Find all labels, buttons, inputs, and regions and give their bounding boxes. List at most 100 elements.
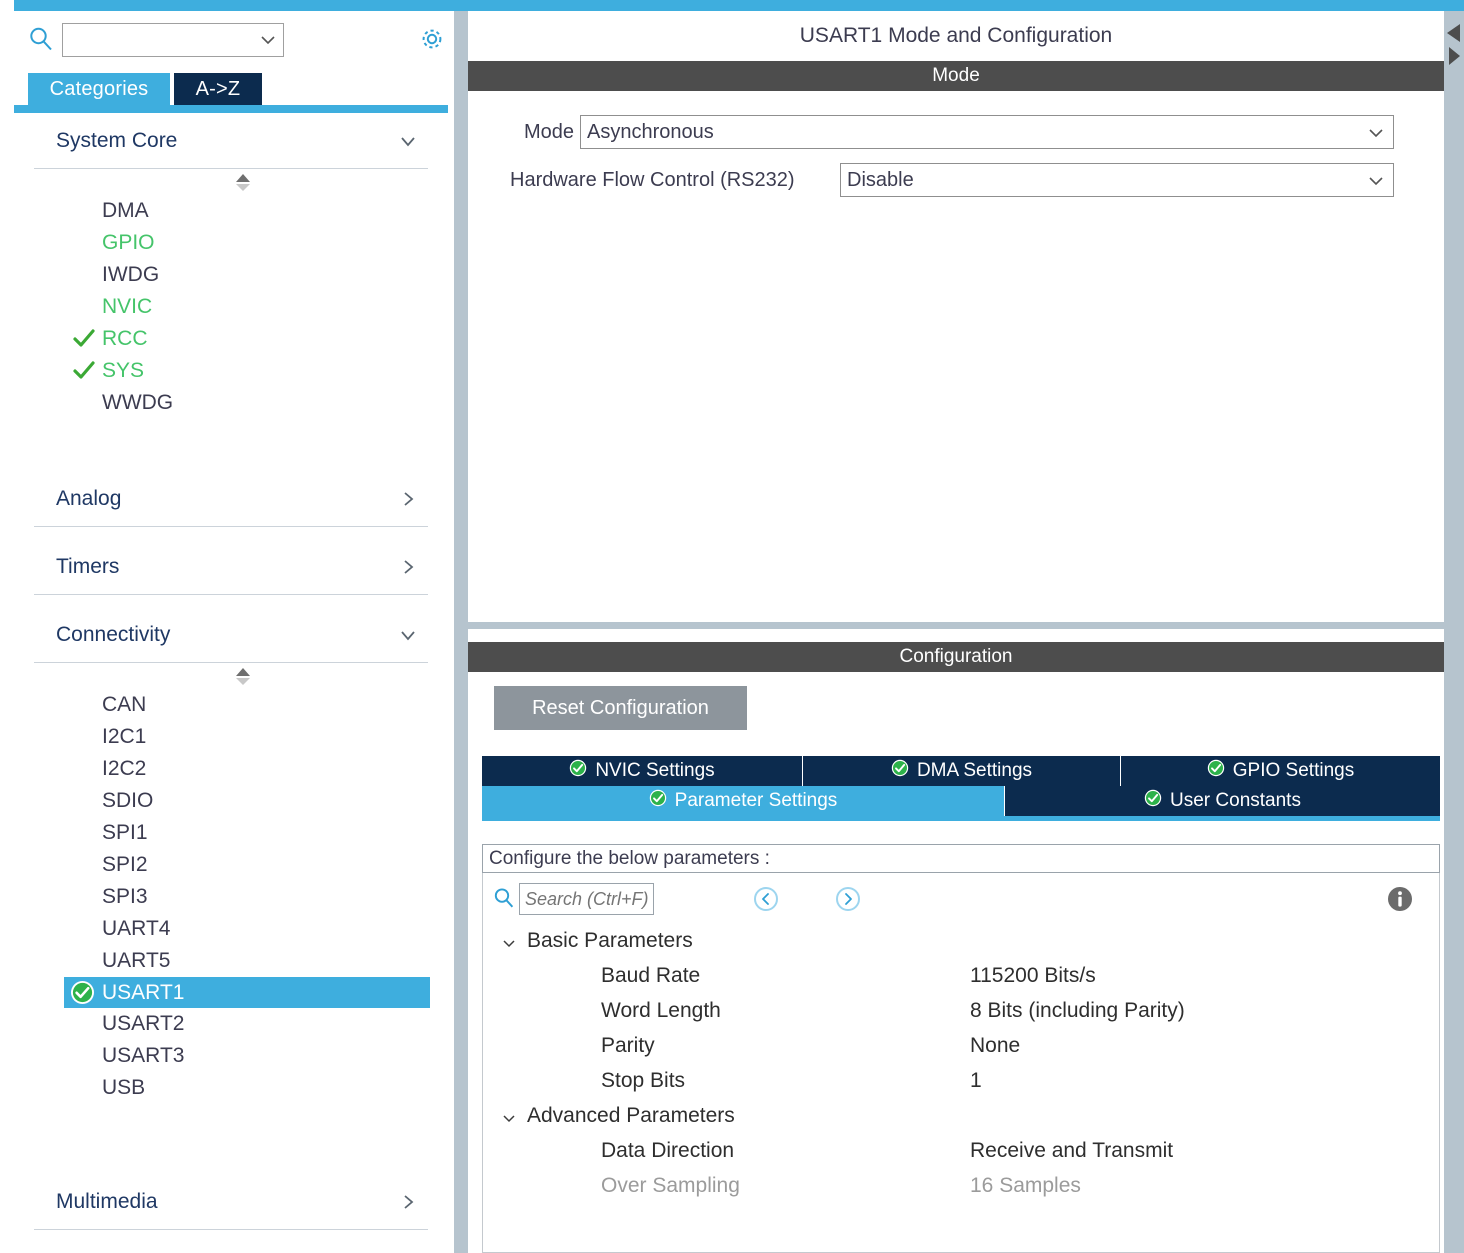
chevron-down-icon[interactable] [1367,124,1385,142]
tree-item-i2c1[interactable]: I2C1 [14,721,448,753]
tree-item-nvic[interactable]: NVIC [14,291,448,323]
parameter-group-basic[interactable]: Basic Parameters [483,923,1439,958]
info-icon[interactable] [1386,885,1414,913]
parameter-group-advanced[interactable]: Advanced Parameters [483,1098,1439,1133]
tab-user-constants[interactable]: User Constants [1005,786,1440,816]
parameter-list: Basic Parameters Baud Rate 115200 Bits/s… [483,923,1439,1203]
reset-configuration-button[interactable]: Reset Configuration [494,686,747,730]
parameter-row-word-length[interactable]: Word Length 8 Bits (including Parity) [483,993,1439,1028]
tree-item-label: SYS [102,359,145,382]
tree-item-spi1[interactable]: SPI1 [14,817,448,849]
tree-item-iwdg[interactable]: IWDG [14,259,448,291]
panel-splitter[interactable] [448,11,468,1253]
parameter-value[interactable]: None [970,1034,1020,1058]
mode-select[interactable]: Asynchronous [580,115,1394,149]
component-tree-panel: Categories A->Z System Core DMA GPIO IWD… [14,11,448,1253]
parameter-row-parity[interactable]: Parity None [483,1028,1439,1063]
chevron-down-icon[interactable] [1367,172,1385,190]
tree-item-uart5[interactable]: UART5 [14,945,448,977]
tree-item-usart1[interactable]: USART1 [64,977,430,1008]
tree-item-sdio[interactable]: SDIO [14,785,448,817]
tree-item-label: USART3 [102,1044,185,1067]
tree-item-label: DMA [102,199,149,222]
check-circle-icon [70,980,95,1005]
chevron-down-icon[interactable] [259,31,277,49]
tree-item-dma[interactable]: DMA [14,195,448,227]
check-circle-icon [649,789,667,813]
tree-group-timers[interactable]: Timers [34,539,428,595]
tree-item-spi2[interactable]: SPI2 [14,849,448,881]
gear-icon[interactable] [418,25,446,53]
parameter-row-data-direction[interactable]: Data Direction Receive and Transmit [483,1133,1439,1168]
hardware-flow-control-select[interactable]: Disable [840,163,1394,197]
tree-item-usb[interactable]: USB [14,1072,448,1104]
chevron-down-icon[interactable] [398,131,418,151]
tree-group-connectivity[interactable]: Connectivity [34,607,428,663]
tree-item-uart4[interactable]: UART4 [14,913,448,945]
hardware-flow-control-row: Hardware Flow Control (RS232) Disable [468,161,1444,199]
tree-group-label: System Core [56,128,178,152]
parameter-search-input[interactable] [520,884,653,914]
search-input[interactable] [63,25,249,55]
circle-right-arrow-icon[interactable] [835,886,861,912]
tree-scroll-nub[interactable] [14,663,448,689]
panel-collapse-controls[interactable] [1444,14,1464,74]
tab-categories[interactable]: Categories [28,73,170,105]
tab-label: GPIO Settings [1232,760,1355,781]
tab-gpio-settings[interactable]: GPIO Settings [1121,756,1440,786]
hardware-flow-control-label: Hardware Flow Control (RS232) [510,168,795,191]
check-circle-icon [569,759,587,783]
parameter-value[interactable]: Receive and Transmit [970,1139,1173,1163]
chevron-down-icon[interactable] [398,625,418,645]
tree-item-can[interactable]: CAN [14,689,448,721]
parameter-value[interactable]: 1 [970,1069,982,1093]
tree-item-wwdg[interactable]: WWDG [14,387,448,419]
tree-group-label: Multimedia [56,1189,158,1213]
tab-a-to-z[interactable]: A->Z [174,73,262,105]
parameter-toolbar [483,873,1439,923]
page-title: USART1 Mode and Configuration [468,11,1444,61]
check-circle-icon [1207,759,1225,783]
tree-item-label: I2C2 [102,757,147,780]
parameter-name: Stop Bits [601,1068,686,1092]
parameter-search-box[interactable] [519,883,654,915]
tree-item-label: UART4 [102,917,171,940]
search-combobox[interactable] [62,23,284,57]
parameter-value[interactable]: 115200 Bits/s [970,964,1096,988]
parameter-value[interactable]: 8 Bits (including Parity) [970,999,1185,1023]
tree-scroll-nub[interactable] [14,169,448,195]
tree-item-label: SPI3 [102,885,148,908]
parameter-name: Word Length [601,998,721,1022]
tree-item-spi3[interactable]: SPI3 [14,881,448,913]
tree-items-system-core: DMA GPIO IWDG NVIC RCC SYS WWDG [14,195,448,419]
tree-group-system-core[interactable]: System Core [34,113,428,169]
tree-item-gpio[interactable]: GPIO [14,227,448,259]
tree-item-rcc[interactable]: RCC [14,323,448,355]
parameter-row-stop-bits[interactable]: Stop Bits 1 [483,1063,1439,1098]
configuration-tabs: NVIC Settings DMA Settings GPIO Settings… [482,756,1440,821]
tab-parameter-settings[interactable]: Parameter Settings [482,786,1005,816]
chevron-right-icon[interactable] [398,557,418,577]
app-root: Categories A->Z System Core DMA GPIO IWD… [0,0,1464,1253]
tab-label: NVIC Settings [595,760,715,781]
tree-group-analog[interactable]: Analog [34,471,428,527]
tree-item-i2c2[interactable]: I2C2 [14,753,448,785]
tree-item-usart3[interactable]: USART3 [14,1040,448,1072]
parameter-row-baud-rate[interactable]: Baud Rate 115200 Bits/s [483,958,1439,993]
tab-nvic-settings[interactable]: NVIC Settings [482,756,803,786]
chevron-right-icon[interactable] [398,489,418,509]
tree-item-label: USART2 [102,1012,185,1035]
tree-item-sys[interactable]: SYS [14,355,448,387]
chevron-right-icon[interactable] [398,1192,418,1212]
check-circle-icon [1144,789,1162,813]
mode-field-row: Mode Asynchronous [468,113,1444,151]
tab-dma-settings[interactable]: DMA Settings [803,756,1121,786]
chevron-down-icon[interactable] [501,933,517,949]
circle-left-arrow-icon[interactable] [753,886,779,912]
chevron-down-icon[interactable] [501,1108,517,1124]
tree-item-usart2[interactable]: USART2 [14,1008,448,1040]
tree-group-multimedia[interactable]: Multimedia [34,1174,428,1230]
tab-label: DMA Settings [916,760,1033,781]
